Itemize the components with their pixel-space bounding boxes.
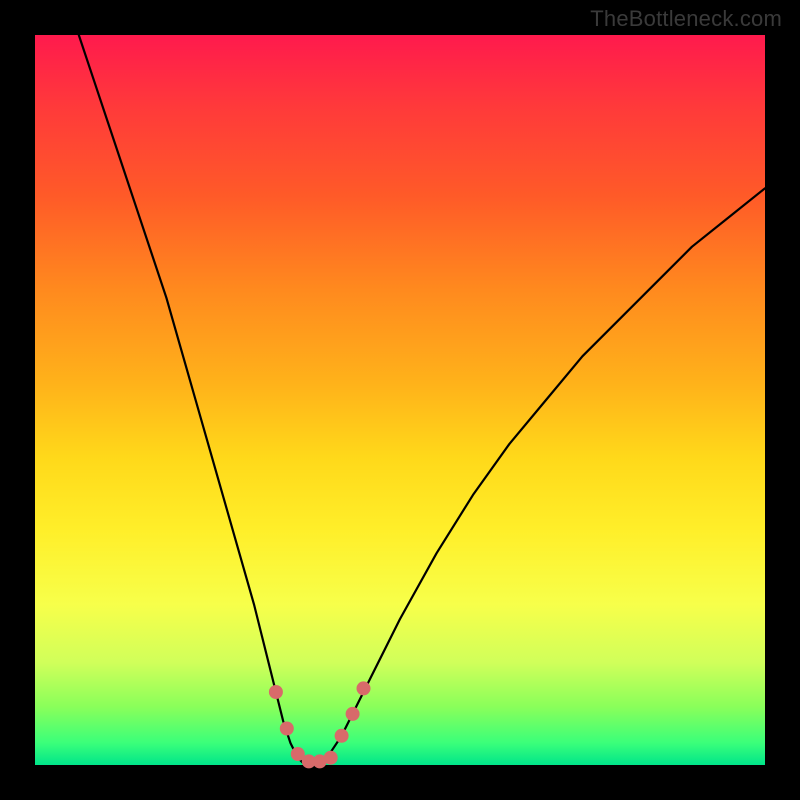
plot-area — [35, 35, 765, 765]
chart-frame: TheBottleneck.com — [0, 0, 800, 800]
marker-dot — [324, 751, 338, 765]
watermark-text: TheBottleneck.com — [590, 6, 782, 32]
curve-svg — [35, 35, 765, 765]
marker-dot — [269, 685, 283, 699]
marker-dot — [335, 729, 349, 743]
marker-dot — [346, 707, 360, 721]
marker-dot — [357, 681, 371, 695]
marker-group — [269, 681, 371, 768]
marker-dot — [280, 722, 294, 736]
bottleneck-curve — [79, 35, 765, 765]
